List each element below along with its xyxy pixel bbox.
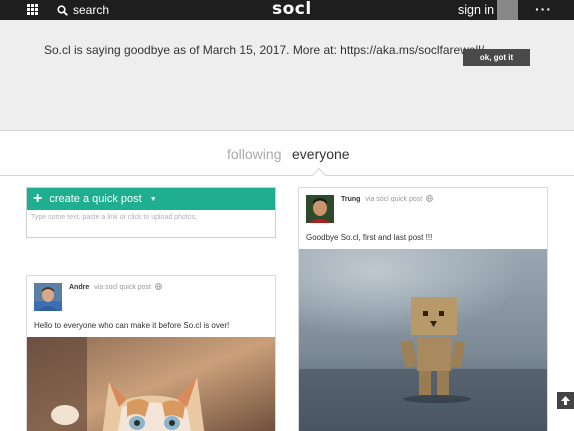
post-author[interactable]: Andre — [69, 284, 89, 291]
post-card[interactable]: Trung via socl quick post Goodbye So.cl,… — [298, 187, 548, 431]
create-quick-post-button[interactable]: + create a quick post ▼ — [27, 188, 275, 210]
post-meta: Andre via socl quick post — [69, 283, 162, 291]
banner-message: So.cl is saying goodbye as of March 15, … — [44, 43, 485, 57]
plus-icon: + — [33, 190, 43, 207]
quick-post-input[interactable]: Type some text, paste a link or click to… — [27, 210, 275, 221]
chevron-down-icon[interactable]: ▼ — [150, 196, 157, 203]
top-bar: search socl sign in ··· — [0, 0, 574, 20]
ok-got-it-button[interactable]: ok, got it — [463, 49, 530, 66]
kitten-photo[interactable] — [27, 337, 276, 431]
search-button[interactable]: search — [57, 2, 109, 18]
user-avatar-placeholder[interactable] — [497, 0, 518, 20]
apps-grid-icon[interactable] — [27, 4, 38, 15]
post-source: via socl quick post — [94, 284, 151, 291]
author-avatar[interactable] — [34, 283, 62, 311]
post-author[interactable]: Trung — [341, 196, 360, 203]
more-ellipsis-icon[interactable]: ··· — [535, 2, 552, 16]
globe-icon — [426, 195, 434, 202]
socl-logo[interactable]: socl — [272, 0, 312, 20]
tab-everyone[interactable]: everyone — [292, 146, 350, 162]
search-icon — [57, 4, 68, 16]
search-label: search — [73, 3, 110, 17]
farewell-banner: So.cl is saying goodbye as of March 15, … — [0, 20, 574, 131]
sign-in-link[interactable]: sign in — [458, 2, 494, 18]
post-card[interactable]: Andre via socl quick post Hello to every… — [26, 275, 276, 431]
active-tab-indicator — [311, 167, 327, 183]
quick-post-composer: + create a quick post ▼ Type some text, … — [26, 187, 276, 238]
post-source: via socl quick post — [365, 196, 423, 203]
globe-icon — [155, 283, 162, 290]
feed-tabs: following everyone — [0, 146, 574, 183]
scroll-to-top-button[interactable] — [557, 392, 574, 409]
quick-post-title: create a quick post — [49, 193, 142, 205]
tab-following[interactable]: following — [227, 146, 281, 162]
arrow-up-icon — [561, 396, 570, 405]
post-text: Hello to everyone who can make it before… — [34, 321, 230, 330]
post-meta: Trung via socl quick post — [341, 195, 434, 203]
post-text: Goodbye So.cl, first and last post !!! — [306, 233, 433, 242]
danbo-photo[interactable] — [299, 249, 548, 431]
author-avatar[interactable] — [306, 195, 334, 223]
